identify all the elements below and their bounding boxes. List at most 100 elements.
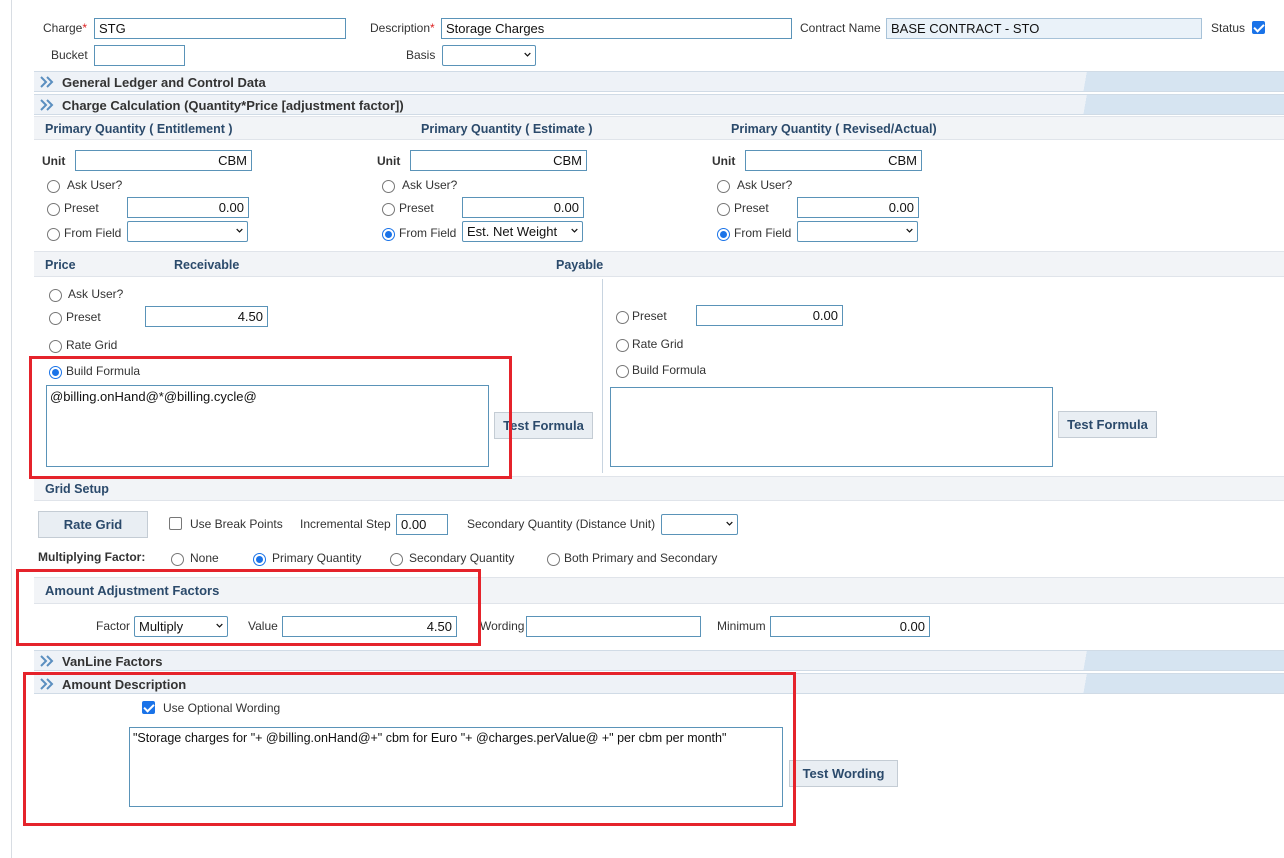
qty3-preset-label: Preset	[734, 201, 769, 215]
qty1-from-field-radio[interactable]	[47, 228, 60, 241]
payable-build-formula-label: Build Formula	[632, 363, 707, 377]
mult-primary-label: Primary Quantity	[272, 551, 362, 565]
rate-grid-button[interactable]: Rate Grid	[38, 511, 148, 538]
chevron-down-icon	[906, 228, 913, 233]
receivable-rate-grid-label: Rate Grid	[66, 338, 118, 352]
qty2-preset-label: Preset	[399, 201, 434, 215]
charge-calculation-bar[interactable]: Charge Calculation (Quantity*Price [adju…	[34, 94, 1284, 115]
incremental-step-label: Incremental Step	[300, 517, 391, 531]
qty2-unit-input[interactable]: CBM	[410, 150, 587, 171]
wording-input[interactable]	[526, 616, 701, 637]
qty1-ask-label: Ask User?	[67, 178, 123, 192]
charge-calculation-title: Charge Calculation (Quantity*Price [adju…	[62, 98, 404, 113]
qty1-preset-label: Preset	[64, 201, 99, 215]
bucket-input[interactable]	[94, 45, 185, 66]
double-chevron-right-icon	[40, 655, 54, 667]
charge-input[interactable]: STG	[94, 18, 346, 39]
payable-preset-input[interactable]: 0.00	[696, 305, 843, 326]
page-frame-left	[11, 0, 12, 858]
qty1-from-field-select[interactable]	[127, 221, 248, 242]
qty3-preset-input[interactable]: 0.00	[797, 197, 919, 218]
quantity-header: Primary Quantity ( Entitlement ) Primary…	[34, 116, 1284, 140]
mult-primary-radio[interactable]	[253, 553, 266, 566]
qty1-from-field-label: From Field	[64, 226, 122, 240]
use-break-points-label: Use Break Points	[190, 517, 283, 531]
qty2-unit-label: Unit	[377, 154, 401, 168]
minimum-label: Minimum	[717, 619, 766, 633]
secondary-quantity-select[interactable]	[661, 514, 738, 535]
price-title: Price	[45, 258, 76, 272]
double-chevron-right-icon	[40, 99, 54, 111]
payable-formula-textarea[interactable]	[610, 387, 1053, 467]
grid-setup-title: Grid Setup	[45, 482, 109, 496]
qty2-preset-input[interactable]: 0.00	[462, 197, 584, 218]
price-column-divider	[602, 279, 603, 473]
qty2-ask-radio[interactable]	[382, 180, 395, 193]
mult-both-radio[interactable]	[547, 553, 560, 566]
adjustment-factors-highlight	[16, 569, 481, 646]
qty3-preset-radio[interactable]	[717, 203, 730, 216]
use-break-points-checkbox[interactable]	[169, 517, 182, 530]
chevron-down-icon	[524, 52, 531, 57]
qty3-from-field-radio[interactable]	[717, 228, 730, 241]
description-label: Description*	[370, 21, 435, 35]
receivable-preset-radio[interactable]	[49, 312, 62, 325]
receivable-rate-grid-radio[interactable]	[49, 340, 62, 353]
qty2-from-field-select[interactable]: Est. Net Weight	[462, 221, 583, 242]
receivable-preset-label: Preset	[66, 310, 101, 324]
qty-entitlement-title: Primary Quantity ( Entitlement )	[45, 122, 233, 136]
payable-test-formula-button[interactable]: Test Formula	[1058, 411, 1157, 438]
payable-rate-grid-label: Rate Grid	[632, 337, 684, 351]
qty2-from-field-label: From Field	[399, 226, 457, 240]
qty2-from-field-radio[interactable]	[382, 228, 395, 241]
qty2-preset-radio[interactable]	[382, 203, 395, 216]
qty2-ask-label: Ask User?	[402, 178, 458, 192]
payable-build-formula-radio[interactable]	[616, 365, 629, 378]
qty1-unit-label: Unit	[42, 154, 66, 168]
status-label: Status	[1211, 21, 1246, 35]
payable-rate-grid-radio[interactable]	[616, 339, 629, 352]
qty1-ask-radio[interactable]	[47, 180, 60, 193]
test-wording-button[interactable]: Test Wording	[789, 760, 898, 787]
minimum-input[interactable]: 0.00	[770, 616, 930, 637]
payable-preset-radio[interactable]	[616, 311, 629, 324]
payable-preset-label: Preset	[632, 309, 667, 323]
build-formula-highlight	[29, 356, 512, 479]
mult-both-label: Both Primary and Secondary	[564, 551, 718, 565]
vanline-factors-title: VanLine Factors	[62, 654, 163, 669]
grid-setup-header: Grid Setup	[34, 476, 1284, 501]
description-input[interactable]: Storage Charges	[441, 18, 792, 39]
qty3-from-field-select[interactable]	[797, 221, 918, 242]
receivable-ask-label: Ask User?	[68, 287, 124, 301]
general-ledger-title: General Ledger and Control Data	[62, 75, 266, 90]
qty1-preset-input[interactable]: 0.00	[127, 197, 249, 218]
receivable-preset-input[interactable]: 4.50	[145, 306, 268, 327]
qty3-ask-label: Ask User?	[737, 178, 793, 192]
receivable-ask-radio[interactable]	[49, 289, 62, 302]
qty1-unit-input[interactable]: CBM	[75, 150, 252, 171]
payable-title: Payable	[556, 258, 604, 272]
basis-label: Basis	[406, 48, 436, 62]
wording-label: Wording	[480, 619, 525, 633]
price-header: Price Receivable Payable	[34, 251, 1284, 277]
multiplying-factor-label: Multiplying Factor:	[38, 550, 146, 564]
qty3-ask-radio[interactable]	[717, 180, 730, 193]
qty1-preset-radio[interactable]	[47, 203, 60, 216]
qty3-unit-input[interactable]: CBM	[745, 150, 922, 171]
mult-secondary-radio[interactable]	[390, 553, 403, 566]
basis-select[interactable]	[442, 45, 536, 66]
chevron-down-icon	[236, 228, 243, 233]
status-checkbox[interactable]	[1252, 21, 1265, 34]
qty-revised-title: Primary Quantity ( Revised/Actual)	[731, 122, 937, 136]
mult-none-radio[interactable]	[171, 553, 184, 566]
mult-secondary-label: Secondary Quantity	[409, 551, 515, 565]
general-ledger-bar[interactable]: General Ledger and Control Data	[34, 71, 1284, 92]
receivable-title: Receivable	[174, 258, 240, 272]
double-chevron-right-icon	[40, 76, 54, 88]
incremental-step-input[interactable]: 0.00	[396, 514, 448, 535]
vanline-factors-bar[interactable]: VanLine Factors	[34, 650, 1284, 671]
contract-name-input[interactable]: BASE CONTRACT - STO	[886, 18, 1202, 39]
qty-estimate-title: Primary Quantity ( Estimate )	[421, 122, 593, 136]
bucket-label: Bucket	[51, 48, 88, 62]
chevron-down-icon	[571, 228, 578, 233]
